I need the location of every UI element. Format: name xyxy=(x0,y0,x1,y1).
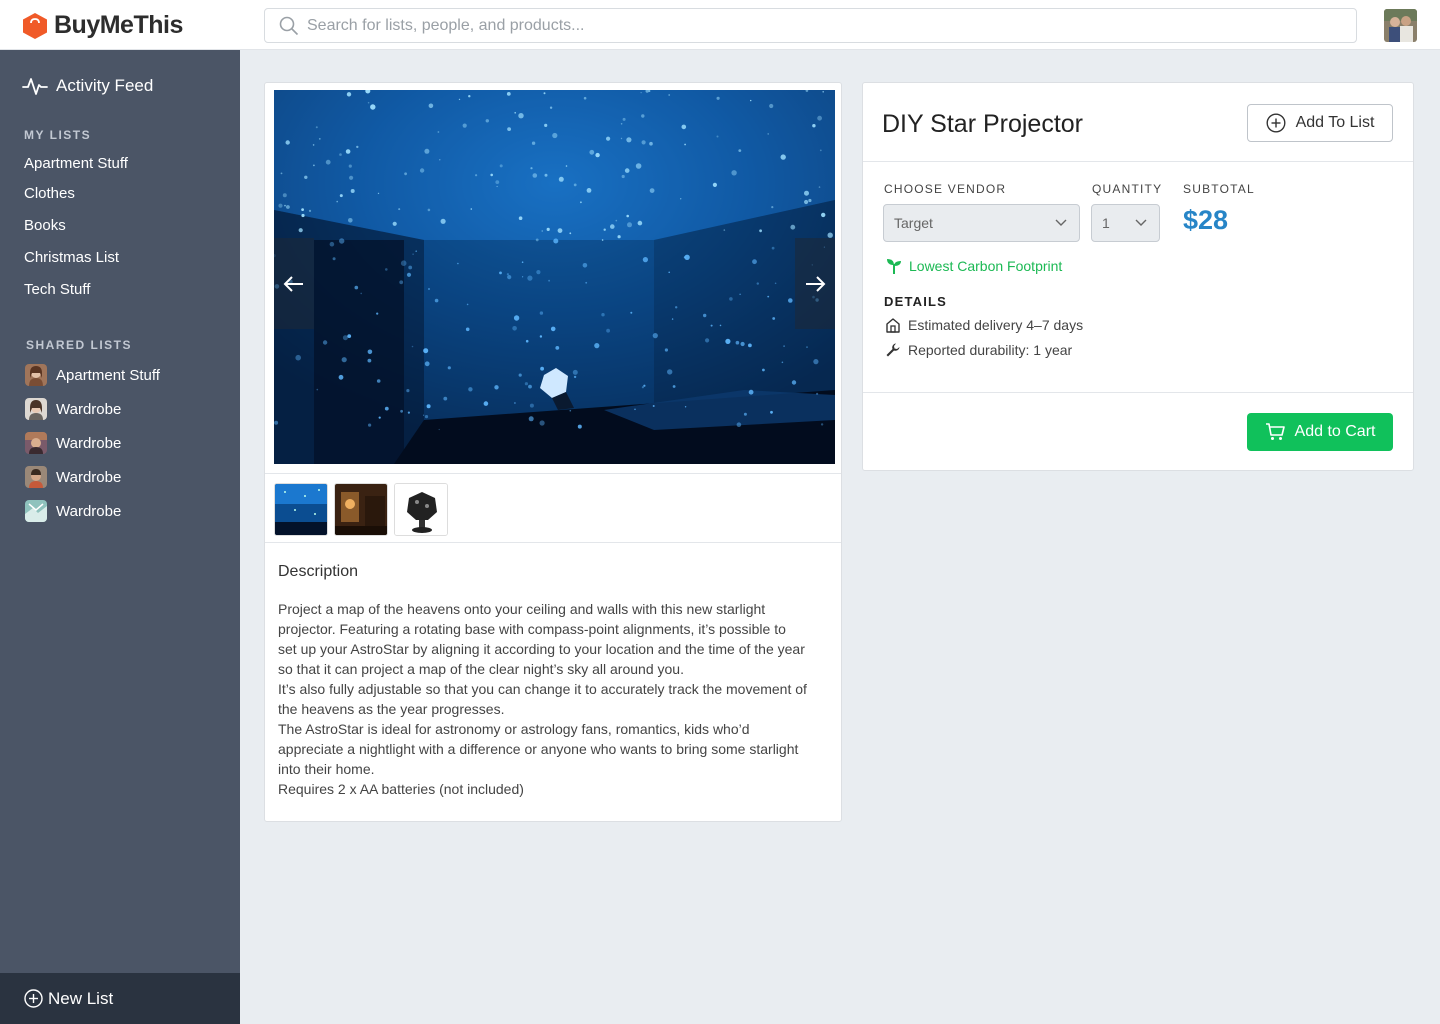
shared-lists-heading: SHARED LISTS xyxy=(26,338,133,352)
sidebar-item-shared-list[interactable]: Wardrobe xyxy=(25,398,121,420)
avatar xyxy=(25,364,47,386)
previous-image-button[interactable] xyxy=(274,238,314,329)
house-icon xyxy=(886,318,900,333)
subtotal-label: SUBTOTAL xyxy=(1183,182,1255,196)
add-to-list-label: Add To List xyxy=(1295,114,1375,131)
product-detail-card: DIY Star Projector Add To List CHOOSE VE… xyxy=(862,82,1414,471)
next-image-button[interactable] xyxy=(795,238,835,329)
description-paragraph: Project a map of the heavens onto your c… xyxy=(278,601,805,677)
detail-delivery-text: Estimated delivery 4–7 days xyxy=(908,317,1084,333)
plus-circle-icon xyxy=(1266,113,1286,133)
activity-feed-label: Activity Feed xyxy=(56,76,154,95)
sidebar: Activity Feed MY LISTS Apartment Stuff C… xyxy=(0,50,240,1024)
divider xyxy=(863,392,1413,393)
details-heading: DETAILS xyxy=(884,294,948,309)
activity-pulse-icon xyxy=(22,78,48,95)
shared-list-label: Wardrobe xyxy=(56,468,122,486)
vendor-label: CHOOSE VENDOR xyxy=(884,182,1007,196)
avatar xyxy=(25,466,47,488)
thumbnail-image[interactable] xyxy=(394,483,448,536)
shared-list-label: Wardrobe xyxy=(56,400,122,418)
divider xyxy=(863,161,1413,162)
logo[interactable]: BuyMeThis xyxy=(22,11,183,40)
detail-durability-text: Reported durability: 1 year xyxy=(908,342,1073,358)
subtotal-value: $28 xyxy=(1183,205,1229,235)
logo-hexagon-icon xyxy=(23,12,47,39)
sidebar-item-shared-list[interactable]: Wardrobe xyxy=(25,500,121,522)
search-input[interactable] xyxy=(307,16,1307,35)
detail-durability: Reported durability: 1 year xyxy=(885,342,1072,358)
new-list-button[interactable]: New List xyxy=(0,973,240,1024)
quantity-label: QUANTITY xyxy=(1092,182,1163,196)
app-name: BuyMeThis xyxy=(54,11,183,39)
sidebar-item-my-list[interactable]: Apartment Stuff xyxy=(24,155,128,172)
chevron-down-icon xyxy=(1055,219,1067,226)
arrow-right-icon xyxy=(806,275,826,292)
avatar xyxy=(25,398,47,420)
vendor-value: Target xyxy=(894,215,933,231)
description-body: Project a map of the heavens onto your c… xyxy=(278,599,808,799)
add-to-cart-button[interactable]: Add to Cart xyxy=(1247,413,1393,451)
product-gallery-panel: Description Project a map of the heavens… xyxy=(264,82,842,822)
carbon-badge: Lowest Carbon Footprint xyxy=(885,257,1062,275)
detail-delivery: Estimated delivery 4–7 days xyxy=(885,317,1083,333)
avatar xyxy=(25,500,47,522)
sidebar-item-activity-feed[interactable]: Activity Feed xyxy=(22,75,153,97)
thumbnail-image[interactable] xyxy=(274,483,328,536)
search-box[interactable] xyxy=(264,8,1357,43)
sidebar-item-my-list[interactable]: Christmas List xyxy=(24,249,119,266)
new-list-label: New List xyxy=(48,988,114,1008)
thumbnail-image[interactable] xyxy=(334,483,388,536)
sidebar-item-my-list[interactable]: Clothes xyxy=(24,185,75,202)
search-icon xyxy=(279,16,299,35)
quantity-select[interactable]: 1 xyxy=(1091,204,1160,242)
sidebar-item-my-list[interactable]: Books xyxy=(24,217,66,234)
sidebar-item-shared-list[interactable]: Wardrobe xyxy=(25,466,121,488)
description-paragraph: The AstroStar is ideal for astronomy or … xyxy=(278,721,799,777)
sidebar-item-shared-list[interactable]: Apartment Stuff xyxy=(25,364,160,386)
product-title: DIY Star Projector xyxy=(882,110,1084,138)
avatar xyxy=(25,432,47,454)
description-paragraph: Requires 2 x AA batteries (not included) xyxy=(278,781,524,797)
add-to-cart-label: Add to Cart xyxy=(1294,423,1376,440)
my-lists-heading: MY LISTS xyxy=(24,128,92,142)
wrench-icon xyxy=(886,343,900,357)
add-to-list-button[interactable]: Add To List xyxy=(1247,104,1393,142)
arrow-left-icon xyxy=(283,275,303,292)
description-heading: Description xyxy=(278,563,359,580)
thumbnail-strip xyxy=(265,473,841,543)
shared-list-label: Wardrobe xyxy=(56,434,122,452)
description-paragraph: It’s also fully adjustable so that you c… xyxy=(278,681,807,717)
quantity-value: 1 xyxy=(1102,215,1110,231)
sprout-icon xyxy=(887,259,901,274)
vendor-select[interactable]: Target xyxy=(883,204,1080,242)
chevron-down-icon xyxy=(1135,219,1147,226)
sidebar-item-my-list[interactable]: Tech Stuff xyxy=(24,281,90,298)
user-avatar[interactable] xyxy=(1384,9,1417,42)
cart-icon xyxy=(1265,423,1285,440)
top-bar: BuyMeThis xyxy=(0,0,1440,50)
carbon-badge-label: Lowest Carbon Footprint xyxy=(909,258,1063,274)
shared-list-label: Apartment Stuff xyxy=(56,366,160,384)
plus-circle-icon xyxy=(24,989,43,1008)
sidebar-item-shared-list[interactable]: Wardrobe xyxy=(25,432,121,454)
product-main-image xyxy=(274,90,835,464)
shared-list-label: Wardrobe xyxy=(56,502,122,520)
